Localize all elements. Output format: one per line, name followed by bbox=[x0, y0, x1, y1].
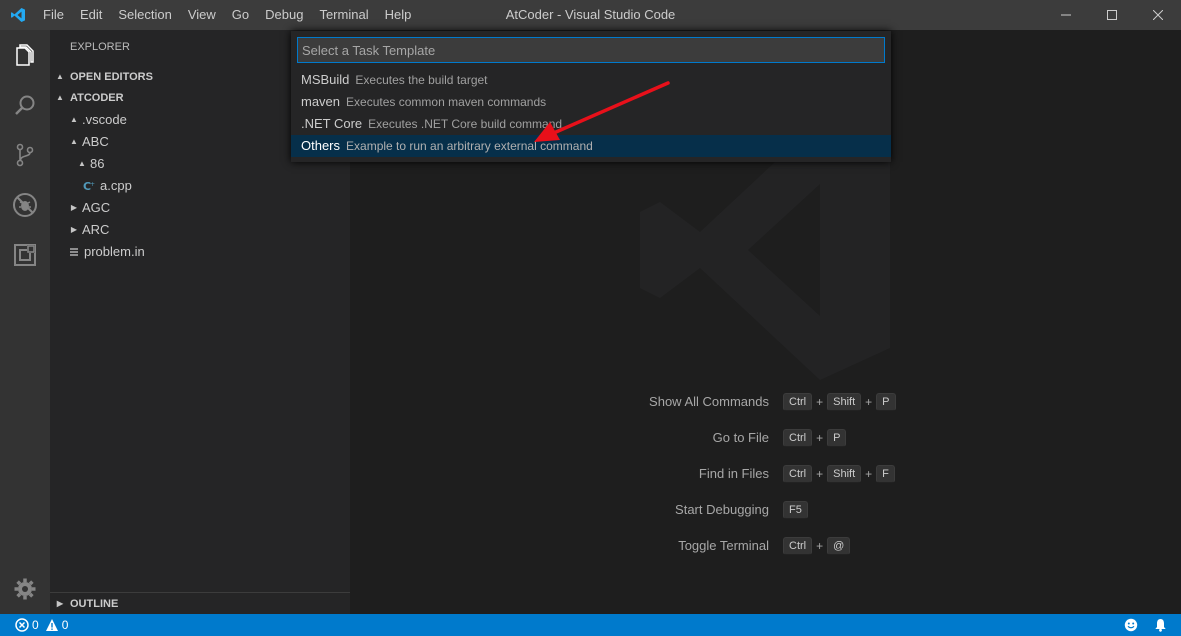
plus-separator: + bbox=[865, 395, 873, 409]
extensions-icon[interactable] bbox=[0, 230, 50, 280]
shortcut-keys: Ctrl + P bbox=[783, 429, 847, 447]
chevron-expanded-icon: ▲ bbox=[70, 137, 78, 146]
quick-pick-item-description: Executes common maven commands bbox=[346, 95, 547, 109]
menu-item-go[interactable]: Go bbox=[224, 0, 257, 30]
menu-item-selection[interactable]: Selection bbox=[110, 0, 179, 30]
shortcut-label: Start Debugging bbox=[675, 502, 769, 517]
window-controls bbox=[1043, 0, 1181, 30]
search-icon[interactable] bbox=[0, 80, 50, 130]
chevron-expanded-icon: ▲ bbox=[78, 159, 86, 168]
outline-label: OUTLINE bbox=[70, 597, 119, 610]
title-bar: File Edit Selection View Go Debug Terminal Help… bbox=[0, 0, 1181, 30]
quick-pick-item-description: Executes the build target bbox=[355, 73, 488, 87]
svg-text:+: + bbox=[90, 181, 95, 188]
task-template-input[interactable] bbox=[297, 37, 885, 63]
warning-count: 0 bbox=[61, 618, 69, 632]
close-button[interactable] bbox=[1135, 0, 1181, 30]
tree-item-label: problem.in bbox=[84, 244, 145, 259]
tree-item[interactable]: problem.in bbox=[50, 241, 350, 263]
minimize-icon bbox=[1061, 14, 1071, 16]
plus-separator: + bbox=[816, 431, 824, 445]
menu-item-view[interactable]: View bbox=[180, 0, 224, 30]
tree-item-label: .vscode bbox=[82, 112, 127, 127]
shortcut-label: Find in Files bbox=[698, 466, 769, 481]
problems-indicator[interactable]: 0 0 bbox=[15, 614, 68, 636]
menu-item-edit[interactable]: Edit bbox=[72, 0, 110, 30]
tree-item-label: ARC bbox=[82, 222, 110, 237]
chevron-right-icon: ▶ bbox=[70, 203, 78, 212]
menu-item-terminal[interactable]: Terminal bbox=[311, 0, 376, 30]
keybinding-key: Ctrl bbox=[783, 429, 813, 447]
open-editors-label: OPEN EDITORS bbox=[70, 70, 153, 83]
red-annotation-arrow bbox=[534, 81, 670, 142]
menu-item-help[interactable]: Help bbox=[377, 0, 420, 30]
quick-pick-item-label: Others bbox=[301, 138, 341, 153]
quick-pick-item-label: maven bbox=[301, 94, 341, 109]
keybinding-key: @ bbox=[827, 537, 851, 555]
menu-item-debug[interactable]: Debug bbox=[257, 0, 311, 30]
tree-item-label: AGC bbox=[82, 200, 111, 215]
keybinding-key: P bbox=[827, 429, 847, 447]
maximize-button[interactable] bbox=[1089, 0, 1135, 30]
outline-header[interactable]: ▶ OUTLINE bbox=[50, 592, 350, 614]
quick-pick-item-label: MSBuild bbox=[301, 72, 350, 87]
tree-item[interactable]: C + a.cpp bbox=[50, 175, 350, 197]
source-control-icon[interactable] bbox=[0, 130, 50, 180]
plus-separator: + bbox=[816, 467, 824, 481]
maximize-icon bbox=[1107, 10, 1117, 20]
keybinding-key: F5 bbox=[783, 501, 808, 519]
keybinding-key: Ctrl bbox=[783, 465, 813, 483]
shortcut-label: Show All Commands bbox=[649, 394, 769, 409]
debug-icon[interactable] bbox=[0, 180, 50, 230]
menu-item-file[interactable]: File bbox=[35, 0, 72, 30]
error-count: 0 bbox=[32, 618, 39, 632]
explorer-icon[interactable] bbox=[0, 30, 50, 80]
close-icon bbox=[1153, 10, 1163, 20]
plus-separator: + bbox=[865, 467, 873, 481]
plus-separator: + bbox=[816, 395, 824, 409]
keybinding-key: F bbox=[876, 465, 895, 483]
cpp-file-icon: C + bbox=[82, 175, 98, 197]
notifications-bell-icon[interactable] bbox=[1154, 614, 1167, 636]
tree-item[interactable]: ▶ ARC bbox=[50, 219, 350, 241]
minimize-button[interactable] bbox=[1043, 0, 1089, 30]
folder-label: ATCODER bbox=[70, 92, 124, 104]
menu-bar: File Edit Selection View Go Debug Terminal Help bbox=[35, 0, 419, 30]
activity-bar bbox=[0, 30, 50, 614]
keybinding-key: Ctrl bbox=[783, 393, 813, 411]
keybinding-key: Shift bbox=[827, 393, 862, 411]
tree-item-label: 86 bbox=[90, 156, 105, 171]
shortcut-keys: Ctrl + Shift + P bbox=[783, 393, 896, 411]
shortcut-label: Toggle Terminal bbox=[678, 538, 769, 553]
chevron-expanded-icon: ▲ bbox=[56, 93, 64, 102]
shortcut-keys: Ctrl + Shift + F bbox=[783, 465, 895, 483]
status-bar: 0 0 bbox=[0, 614, 1181, 636]
keybinding-key: Ctrl bbox=[783, 537, 813, 555]
shortcut-keys: Ctrl + @ bbox=[783, 537, 851, 555]
shortcut-label: Go to File bbox=[712, 430, 769, 445]
settings-gear-icon[interactable] bbox=[0, 564, 50, 614]
feedback-smiley-icon[interactable] bbox=[1124, 614, 1138, 636]
chevron-expanded-icon: ▲ bbox=[70, 115, 78, 124]
error-icon bbox=[15, 618, 29, 632]
tree-item-label: ABC bbox=[82, 134, 109, 149]
tree-item[interactable]: ▶ AGC bbox=[50, 197, 350, 219]
warning-icon bbox=[45, 619, 58, 631]
quick-pick-item-label: .NET Core bbox=[301, 116, 363, 131]
chevron-collapsed-icon: ▲ bbox=[56, 71, 64, 81]
shortcut-keys: F5 bbox=[783, 501, 808, 519]
plus-separator: + bbox=[816, 539, 824, 553]
status-bar-right bbox=[1124, 614, 1181, 636]
chevron-right-icon: ▶ bbox=[56, 598, 64, 608]
keybinding-key: Shift bbox=[827, 465, 862, 483]
keybinding-key: P bbox=[876, 393, 896, 411]
text-file-icon bbox=[66, 241, 82, 263]
chevron-right-icon: ▶ bbox=[70, 225, 78, 234]
vscode-logo-icon[interactable] bbox=[0, 0, 35, 30]
tree-item-label: a.cpp bbox=[100, 178, 132, 193]
